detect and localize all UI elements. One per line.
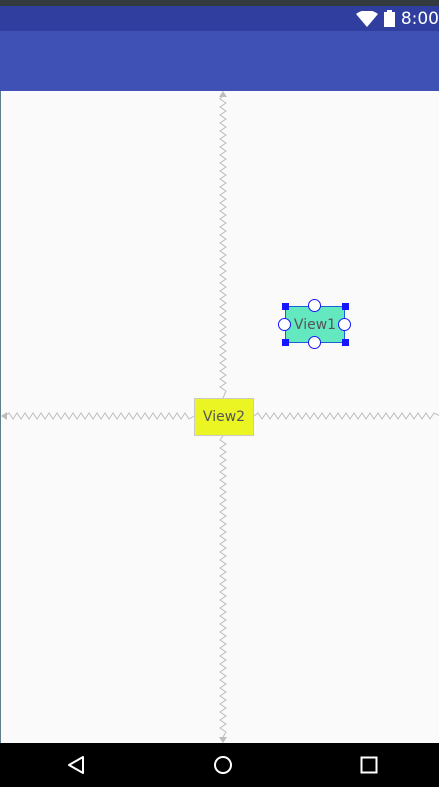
resize-handle-bottom-left[interactable] <box>282 339 289 346</box>
anchor-bottom[interactable] <box>308 336 321 349</box>
anchor-right[interactable] <box>338 318 351 331</box>
back-button[interactable] <box>46 743 106 787</box>
status-bar: 8:00 <box>0 6 439 31</box>
navigation-bar <box>0 743 439 787</box>
home-icon <box>214 756 232 774</box>
app-bar <box>0 31 439 91</box>
battery-icon <box>383 10 395 27</box>
back-icon <box>68 756 84 774</box>
constraint-left <box>4 412 195 420</box>
resize-handle-top-left[interactable] <box>282 303 289 310</box>
constraint-bottom <box>219 435 227 738</box>
home-button[interactable] <box>193 743 253 787</box>
layout-canvas[interactable]: View1 View2 <box>0 91 439 743</box>
view2[interactable]: View2 <box>194 398 254 436</box>
resize-handle-top-right[interactable] <box>342 303 349 310</box>
resize-handle-bottom-right[interactable] <box>342 339 349 346</box>
status-time: 8:00 <box>400 8 439 29</box>
view2-label: View2 <box>202 409 246 425</box>
constraint-right <box>253 412 439 420</box>
constraint-top <box>219 94 227 399</box>
recents-icon <box>360 756 378 774</box>
recents-button[interactable] <box>339 743 399 787</box>
anchor-left[interactable] <box>278 318 291 331</box>
view1-label: View1 <box>293 316 337 333</box>
wifi-icon <box>355 10 378 27</box>
anchor-top[interactable] <box>308 299 321 312</box>
status-icons: 8:00 <box>355 6 439 31</box>
